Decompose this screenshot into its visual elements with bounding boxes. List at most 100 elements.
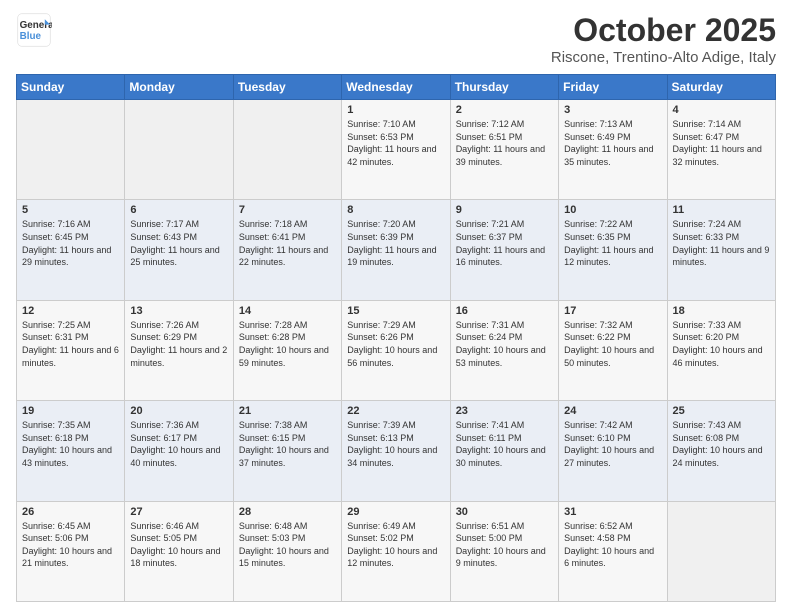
day-number: 15 bbox=[347, 305, 444, 317]
calendar-cell bbox=[233, 100, 341, 200]
cell-info: Sunrise: 7:18 AMSunset: 6:41 PMDaylight:… bbox=[239, 219, 328, 267]
cell-info: Sunrise: 7:13 AMSunset: 6:49 PMDaylight:… bbox=[564, 119, 653, 167]
day-number: 24 bbox=[564, 405, 661, 417]
day-number: 21 bbox=[239, 405, 336, 417]
cell-info: Sunrise: 7:25 AMSunset: 6:31 PMDaylight:… bbox=[22, 320, 119, 368]
cell-info: Sunrise: 7:43 AMSunset: 6:08 PMDaylight:… bbox=[673, 420, 763, 468]
cell-info: Sunrise: 7:31 AMSunset: 6:24 PMDaylight:… bbox=[456, 320, 546, 368]
weekday-header-sunday: Sunday bbox=[17, 75, 125, 100]
day-number: 3 bbox=[564, 104, 661, 116]
day-number: 7 bbox=[239, 204, 336, 216]
weekday-header-row: SundayMondayTuesdayWednesdayThursdayFrid… bbox=[17, 75, 776, 100]
calendar-cell: 8Sunrise: 7:20 AMSunset: 6:39 PMDaylight… bbox=[342, 200, 450, 300]
cell-info: Sunrise: 6:46 AMSunset: 5:05 PMDaylight:… bbox=[130, 521, 220, 569]
calendar-cell: 10 Sunrise: 7:22 AMSunset: 6:35 PMDayligh… bbox=[559, 200, 667, 300]
day-number: 2 bbox=[456, 104, 553, 116]
day-number: 26 bbox=[22, 506, 119, 518]
weekday-header-monday: Monday bbox=[125, 75, 233, 100]
calendar-cell: 24 Sunrise: 7:42 AMSunset: 6:10 PMDayligh… bbox=[559, 401, 667, 501]
cell-info: Sunrise: 7:21 AMSunset: 6:37 PMDaylight:… bbox=[456, 219, 545, 267]
day-number: 22 bbox=[347, 405, 444, 417]
calendar-cell: 4Sunrise: 7:14 AMSunset: 6:47 PMDaylight… bbox=[667, 100, 775, 200]
calendar-week-3: 19Sunrise: 7:35 AMSunset: 6:18 PMDayligh… bbox=[17, 401, 776, 501]
calendar-cell: 30 Sunrise: 6:51 AMSunset: 5:00 PMDayligh… bbox=[450, 501, 558, 601]
logo: General Blue bbox=[16, 12, 52, 48]
day-number: 12 bbox=[22, 305, 119, 317]
day-number: 4 bbox=[673, 104, 770, 116]
cell-info: Sunrise: 7:32 AMSunset: 6:22 PMDaylight:… bbox=[564, 320, 654, 368]
day-number: 1 bbox=[347, 104, 444, 116]
page: General Blue October 2025 Riscone, Trent… bbox=[0, 0, 792, 612]
cell-info: Sunrise: 7:33 AMSunset: 6:20 PMDaylight:… bbox=[673, 320, 763, 368]
day-number: 20 bbox=[130, 405, 227, 417]
cell-info: Sunrise: 6:51 AMSunset: 5:00 PMDaylight:… bbox=[456, 521, 546, 569]
calendar-cell: 23Sunrise: 7:41 AMSunset: 6:11 PMDayligh… bbox=[450, 401, 558, 501]
cell-info: Sunrise: 7:42 AMSunset: 6:10 PMDaylight:… bbox=[564, 420, 654, 468]
svg-text:Blue: Blue bbox=[20, 31, 42, 42]
header: General Blue October 2025 Riscone, Trent… bbox=[16, 12, 776, 66]
weekday-header-thursday: Thursday bbox=[450, 75, 558, 100]
calendar-week-4: 26 Sunrise: 6:45 AMSunset: 5:06 PMDayligh… bbox=[17, 501, 776, 601]
calendar-body: 1 Sunrise: 7:10 AMSunset: 6:53 PMDaylight… bbox=[17, 100, 776, 602]
calendar-cell: 17 Sunrise: 7:32 AMSunset: 6:22 PMDayligh… bbox=[559, 300, 667, 400]
day-number: 14 bbox=[239, 305, 336, 317]
cell-info: Sunrise: 7:10 AMSunset: 6:53 PMDaylight:… bbox=[347, 119, 436, 167]
title-block: October 2025 Riscone, Trentino-Alto Adig… bbox=[551, 12, 776, 66]
cell-info: Sunrise: 7:20 AMSunset: 6:39 PMDaylight:… bbox=[347, 219, 436, 267]
cell-info: Sunrise: 6:52 AMSunset: 4:58 PMDaylight:… bbox=[564, 521, 654, 569]
weekday-header-friday: Friday bbox=[559, 75, 667, 100]
cell-info: Sunrise: 6:45 AMSunset: 5:06 PMDaylight:… bbox=[22, 521, 112, 569]
calendar-cell: 5Sunrise: 7:16 AMSunset: 6:45 PMDaylight… bbox=[17, 200, 125, 300]
calendar-week-1: 5Sunrise: 7:16 AMSunset: 6:45 PMDaylight… bbox=[17, 200, 776, 300]
day-number: 11 bbox=[673, 204, 770, 216]
calendar-cell: 12 Sunrise: 7:25 AMSunset: 6:31 PMDayligh… bbox=[17, 300, 125, 400]
main-title: October 2025 bbox=[551, 12, 776, 49]
calendar-cell bbox=[125, 100, 233, 200]
calendar-cell: 9Sunrise: 7:21 AMSunset: 6:37 PMDaylight… bbox=[450, 200, 558, 300]
calendar-table: SundayMondayTuesdayWednesdayThursdayFrid… bbox=[16, 74, 776, 602]
day-number: 30 bbox=[456, 506, 553, 518]
day-number: 13 bbox=[130, 305, 227, 317]
cell-info: Sunrise: 6:48 AMSunset: 5:03 PMDaylight:… bbox=[239, 521, 329, 569]
calendar-cell: 28Sunrise: 6:48 AMSunset: 5:03 PMDayligh… bbox=[233, 501, 341, 601]
calendar-cell bbox=[17, 100, 125, 200]
weekday-header-saturday: Saturday bbox=[667, 75, 775, 100]
day-number: 17 bbox=[564, 305, 661, 317]
calendar-cell: 15Sunrise: 7:29 AMSunset: 6:26 PMDayligh… bbox=[342, 300, 450, 400]
calendar-cell: 20 Sunrise: 7:36 AMSunset: 6:17 PMDayligh… bbox=[125, 401, 233, 501]
calendar-cell: 27 Sunrise: 6:46 AMSunset: 5:05 PMDayligh… bbox=[125, 501, 233, 601]
calendar-cell: 3 Sunrise: 7:13 AMSunset: 6:49 PMDaylight… bbox=[559, 100, 667, 200]
cell-info: Sunrise: 7:16 AMSunset: 6:45 PMDaylight:… bbox=[22, 219, 111, 267]
calendar-cell: 14 Sunrise: 7:28 AMSunset: 6:28 PMDayligh… bbox=[233, 300, 341, 400]
calendar-cell: 16Sunrise: 7:31 AMSunset: 6:24 PMDayligh… bbox=[450, 300, 558, 400]
cell-info: Sunrise: 7:28 AMSunset: 6:28 PMDaylight:… bbox=[239, 320, 329, 368]
day-number: 25 bbox=[673, 405, 770, 417]
calendar-cell: 29Sunrise: 6:49 AMSunset: 5:02 PMDayligh… bbox=[342, 501, 450, 601]
cell-info: Sunrise: 7:24 AMSunset: 6:33 PMDaylight:… bbox=[673, 219, 770, 267]
calendar-cell: 7 Sunrise: 7:18 AMSunset: 6:41 PMDaylight… bbox=[233, 200, 341, 300]
calendar-cell: 2Sunrise: 7:12 AMSunset: 6:51 PMDaylight… bbox=[450, 100, 558, 200]
cell-info: Sunrise: 7:41 AMSunset: 6:11 PMDaylight:… bbox=[456, 420, 546, 468]
calendar-cell: 18 Sunrise: 7:33 AMSunset: 6:20 PMDayligh… bbox=[667, 300, 775, 400]
calendar-cell bbox=[667, 501, 775, 601]
calendar-week-0: 1 Sunrise: 7:10 AMSunset: 6:53 PMDaylight… bbox=[17, 100, 776, 200]
day-number: 10 bbox=[564, 204, 661, 216]
calendar-week-2: 12 Sunrise: 7:25 AMSunset: 6:31 PMDayligh… bbox=[17, 300, 776, 400]
cell-info: Sunrise: 7:39 AMSunset: 6:13 PMDaylight:… bbox=[347, 420, 437, 468]
calendar-header: SundayMondayTuesdayWednesdayThursdayFrid… bbox=[17, 75, 776, 100]
cell-info: Sunrise: 6:49 AMSunset: 5:02 PMDaylight:… bbox=[347, 521, 437, 569]
weekday-header-wednesday: Wednesday bbox=[342, 75, 450, 100]
cell-info: Sunrise: 7:22 AMSunset: 6:35 PMDaylight:… bbox=[564, 219, 653, 267]
day-number: 27 bbox=[130, 506, 227, 518]
cell-info: Sunrise: 7:36 AMSunset: 6:17 PMDaylight:… bbox=[130, 420, 220, 468]
subtitle: Riscone, Trentino-Alto Adige, Italy bbox=[551, 49, 776, 66]
calendar-cell: 31Sunrise: 6:52 AMSunset: 4:58 PMDayligh… bbox=[559, 501, 667, 601]
calendar-cell: 21Sunrise: 7:38 AMSunset: 6:15 PMDayligh… bbox=[233, 401, 341, 501]
day-number: 6 bbox=[130, 204, 227, 216]
calendar-cell: 6Sunrise: 7:17 AMSunset: 6:43 PMDaylight… bbox=[125, 200, 233, 300]
day-number: 18 bbox=[673, 305, 770, 317]
calendar-cell: 1 Sunrise: 7:10 AMSunset: 6:53 PMDaylight… bbox=[342, 100, 450, 200]
calendar-cell: 25 Sunrise: 7:43 AMSunset: 6:08 PMDayligh… bbox=[667, 401, 775, 501]
logo-icon: General Blue bbox=[16, 12, 52, 48]
day-number: 19 bbox=[22, 405, 119, 417]
